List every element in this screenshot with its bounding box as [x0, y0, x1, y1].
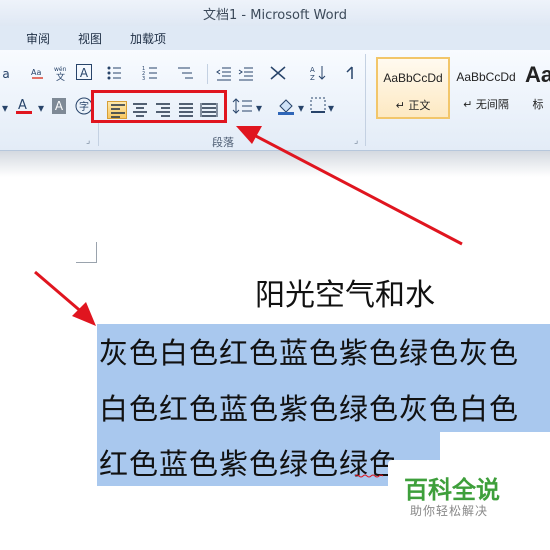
annotation-arrows [34, 126, 463, 326]
arrow-to-text-icon [34, 270, 96, 326]
arrow-to-alignment-icon [236, 126, 463, 246]
